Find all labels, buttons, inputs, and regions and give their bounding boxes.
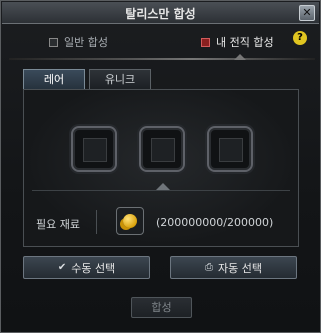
subtab-rare[interactable]: 레어 xyxy=(23,69,85,89)
tab-normal-combine[interactable]: 일반 합성 xyxy=(49,34,108,50)
required-material-label: 필요 재료 xyxy=(36,218,80,231)
tab-indicator-icon xyxy=(49,37,58,47)
top-tabs: 일반 합성 내 전직 합성 ? xyxy=(9,25,315,65)
close-button[interactable]: ✕ xyxy=(299,5,315,21)
auto-select-button[interactable]: ⎙ 자동 선택 xyxy=(170,256,297,279)
divider xyxy=(32,190,290,191)
tab-class-combine[interactable]: 내 전직 합성 xyxy=(201,34,274,50)
talisman-slot-2[interactable] xyxy=(139,126,185,172)
gold-coins-icon xyxy=(116,207,144,235)
active-tab-pointer xyxy=(234,54,246,60)
separator xyxy=(96,210,97,234)
button-label: 수동 선택 xyxy=(71,261,116,275)
title-bar[interactable]: 탈리스만 합성 ✕ xyxy=(2,2,319,24)
combine-panel: 필요 재료 (200000000/200000) xyxy=(23,89,299,247)
manual-select-button[interactable]: ✔ 수동 선택 xyxy=(23,256,150,279)
combine-button[interactable]: 합성 xyxy=(131,297,192,318)
required-material-value: (200000000/200000) xyxy=(156,216,274,229)
tab-label: 일반 합성 xyxy=(64,36,108,49)
tray-icon: ⎙ xyxy=(205,262,213,273)
button-label: 자동 선택 xyxy=(218,261,262,275)
tab-underline xyxy=(9,58,315,60)
tab-indicator-icon xyxy=(201,37,210,47)
window-title: 탈리스만 합성 xyxy=(125,7,196,21)
talisman-slot-1[interactable] xyxy=(71,126,117,172)
subtab-unique[interactable]: 유니크 xyxy=(89,69,151,89)
check-icon: ✔ xyxy=(57,262,67,273)
tab-label: 내 전직 합성 xyxy=(216,36,274,49)
coin-shape xyxy=(123,214,137,228)
help-icon[interactable]: ? xyxy=(293,31,307,45)
chevron-up-icon xyxy=(156,183,170,190)
talisman-combine-window: 탈리스만 합성 ✕ 일반 합성 내 전직 합성 ? 레어 유니크 필요 재료 (… xyxy=(0,0,321,333)
talisman-slot-3[interactable] xyxy=(207,126,253,172)
